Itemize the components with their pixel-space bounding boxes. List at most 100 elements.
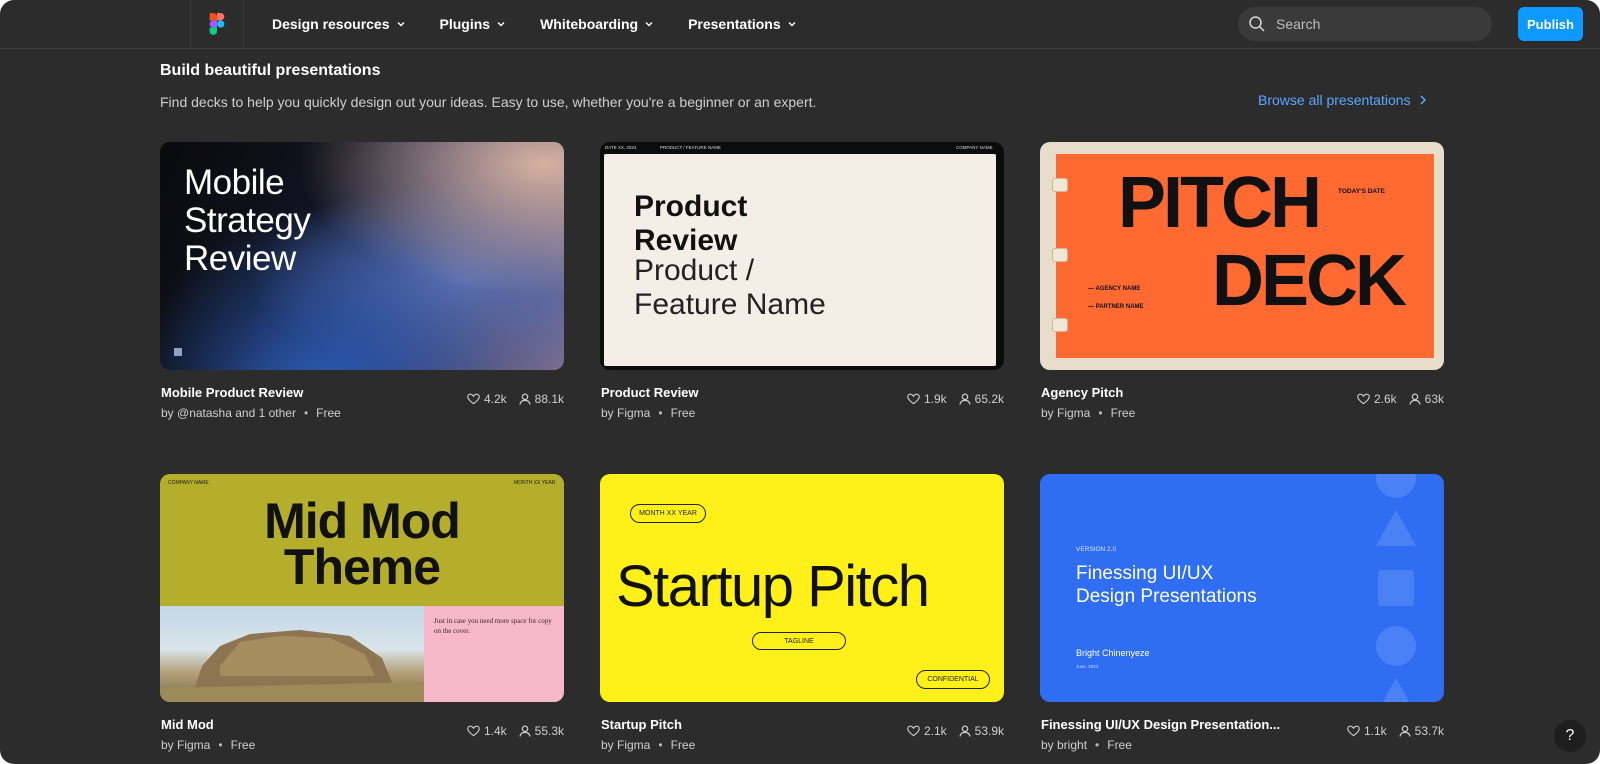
thumb-month: MONTH XX YEAR xyxy=(514,480,556,486)
nav-item-label: Plugins xyxy=(439,16,491,32)
card-title[interactable]: Mid Mod xyxy=(161,717,214,732)
separator-dot: • xyxy=(658,406,663,420)
card-meta: Startup Pitch by Figma • Free 2.1k 53.9k xyxy=(600,702,1004,762)
card-subtitle: by @natasha and 1 other • Free xyxy=(161,406,341,420)
search-icon xyxy=(1249,16,1265,32)
template-card[interactable]: MONTH XX YEAR Startup Pitch TAGLINE CONF… xyxy=(600,474,1004,762)
heart-icon xyxy=(907,725,920,737)
figma-logo[interactable] xyxy=(190,0,244,48)
card-subtitle: by Figma • Free xyxy=(601,738,695,752)
main-nav: Design resources Plugins Whiteboarding P… xyxy=(272,0,831,48)
card-price: Free xyxy=(316,406,341,420)
thumb-date: June, 2024 xyxy=(1076,664,1099,669)
card-meta: Product Review by Figma • Free 1.9k 65.2k xyxy=(600,370,1004,430)
users-count: 88.1k xyxy=(534,392,564,406)
card-title[interactable]: Mobile Product Review xyxy=(161,385,303,400)
card-title[interactable]: Agency Pitch xyxy=(1041,385,1123,400)
likes-stat[interactable]: 2.6k xyxy=(1357,392,1397,406)
thumb-note-panel: Just in case you need more space for cop… xyxy=(424,606,564,702)
nav-item-label: Whiteboarding xyxy=(540,16,639,32)
nav-whiteboarding[interactable]: Whiteboarding xyxy=(540,16,654,32)
card-thumbnail[interactable]: Mobile Strategy Review xyxy=(160,142,564,370)
card-price: Free xyxy=(670,406,696,420)
card-author[interactable]: by bright xyxy=(1041,738,1087,752)
nav-plugins[interactable]: Plugins xyxy=(440,16,507,32)
likes-count: 4.2k xyxy=(483,392,507,406)
card-author[interactable]: by Figma xyxy=(601,406,650,420)
card-thumbnail[interactable]: MONTH XX YEAR Startup Pitch TAGLINE CONF… xyxy=(600,474,1004,702)
template-card[interactable]: DATE XX, 2024 PRODUCT / FEATURE NAME COM… xyxy=(600,142,1004,430)
card-author[interactable]: by Figma xyxy=(1041,406,1090,420)
card-title[interactable]: Finessing UI/UX Design Presentation... xyxy=(1041,717,1280,732)
nav-presentations[interactable]: Presentations xyxy=(688,16,797,32)
template-card[interactable]: Mobile Strategy Review Mobile Product Re… xyxy=(160,142,564,430)
thumb-heading: Mobile Strategy Review xyxy=(184,163,311,278)
card-author[interactable]: by Figma xyxy=(161,738,210,752)
card-price: Free xyxy=(1110,406,1136,420)
browse-all-link[interactable]: Browse all presentations xyxy=(1258,92,1427,108)
card-stats: 1.1k 53.7k xyxy=(1335,724,1444,738)
thumb-landscape-image xyxy=(160,606,424,702)
card-subtitle: by Figma • Free xyxy=(161,738,255,752)
thumb-company: COMPANY NAME xyxy=(168,480,209,486)
thumb-agency: — AGENCY NAME xyxy=(1088,286,1141,292)
user-icon xyxy=(519,725,531,737)
card-stats: 2.6k 63k xyxy=(1345,392,1444,406)
card-subtitle: by bright • Free xyxy=(1041,738,1132,752)
likes-stat[interactable]: 1.1k xyxy=(1347,724,1387,738)
user-icon xyxy=(959,393,971,405)
likes-count: 1.9k xyxy=(923,392,947,406)
users-count: 55.3k xyxy=(534,724,564,738)
search-input[interactable] xyxy=(1274,15,1478,33)
thumb-heading: Finessing UI/UX Design Presentations xyxy=(1076,563,1257,607)
help-button[interactable]: ? xyxy=(1554,720,1586,752)
card-thumbnail[interactable]: COMPANY NAME MONTH XX YEAR Mid Mod Theme… xyxy=(160,474,564,702)
card-author[interactable]: by Figma xyxy=(601,738,650,752)
card-subtitle: by Figma • Free xyxy=(601,406,695,420)
card-thumbnail[interactable]: VERSION 2.0 Finessing UI/UX Design Prese… xyxy=(1040,474,1444,702)
template-card[interactable]: COMPANY NAME MONTH XX YEAR Mid Mod Theme… xyxy=(160,474,564,762)
users-stat: 53.7k xyxy=(1399,724,1444,738)
card-stats: 1.4k 55.3k xyxy=(455,724,564,738)
card-thumbnail[interactable]: PITCH DECK TODAY'S DATE — AGENCY NAME — … xyxy=(1040,142,1444,370)
user-icon xyxy=(959,725,971,737)
binder-ring xyxy=(1052,178,1068,192)
likes-count: 2.1k xyxy=(923,724,947,738)
likes-stat[interactable]: 2.1k xyxy=(907,724,947,738)
publish-button[interactable]: Publish xyxy=(1518,7,1583,41)
nav-design-resources[interactable]: Design resources xyxy=(272,16,406,32)
thumb-month-pill: MONTH XX YEAR xyxy=(630,504,706,523)
card-title[interactable]: Startup Pitch xyxy=(601,717,682,732)
binder-ring xyxy=(1052,248,1068,262)
chevron-right-icon xyxy=(1420,95,1426,105)
template-card[interactable]: VERSION 2.0 Finessing UI/UX Design Prese… xyxy=(1040,474,1444,762)
chevron-down-icon xyxy=(645,22,653,27)
likes-stat[interactable]: 1.9k xyxy=(907,392,947,406)
users-stat: 53.9k xyxy=(959,724,1004,738)
separator-dot: • xyxy=(218,738,223,752)
thumb-feature: PRODUCT / FEATURE NAME xyxy=(660,145,721,150)
card-thumbnail[interactable]: DATE XX, 2024 PRODUCT / FEATURE NAME COM… xyxy=(600,142,1004,370)
card-title[interactable]: Product Review xyxy=(601,385,699,400)
likes-count: 1.4k xyxy=(483,724,507,738)
thumb-note: Just in case you need more space for cop… xyxy=(434,617,552,635)
likes-stat[interactable]: 4.2k xyxy=(467,392,507,406)
heart-icon xyxy=(467,725,480,737)
template-card[interactable]: PITCH DECK TODAY'S DATE — AGENCY NAME — … xyxy=(1040,142,1444,430)
thumb-partner: — PARTNER NAME xyxy=(1088,304,1144,310)
users-stat: 88.1k xyxy=(519,392,564,406)
likes-stat[interactable]: 1.4k xyxy=(467,724,507,738)
card-price: Free xyxy=(1107,738,1132,752)
card-price: Free xyxy=(230,738,256,752)
thumb-word-pitch: PITCH xyxy=(1118,163,1322,243)
user-icon xyxy=(1409,393,1421,405)
section-description: Find decks to help you quickly design ou… xyxy=(160,94,817,110)
thumb-shapes-decoration xyxy=(1376,474,1416,702)
separator-dot: • xyxy=(658,738,663,752)
thumb-heading-light: Product / Feature Name xyxy=(634,254,826,321)
card-author[interactable]: by @natasha and 1 other xyxy=(161,406,296,420)
users-count: 63k xyxy=(1424,392,1444,406)
likes-count: 2.6k xyxy=(1373,392,1397,406)
app-frame: Design resources Plugins Whiteboarding P… xyxy=(0,0,1600,764)
search-box[interactable] xyxy=(1238,7,1492,41)
